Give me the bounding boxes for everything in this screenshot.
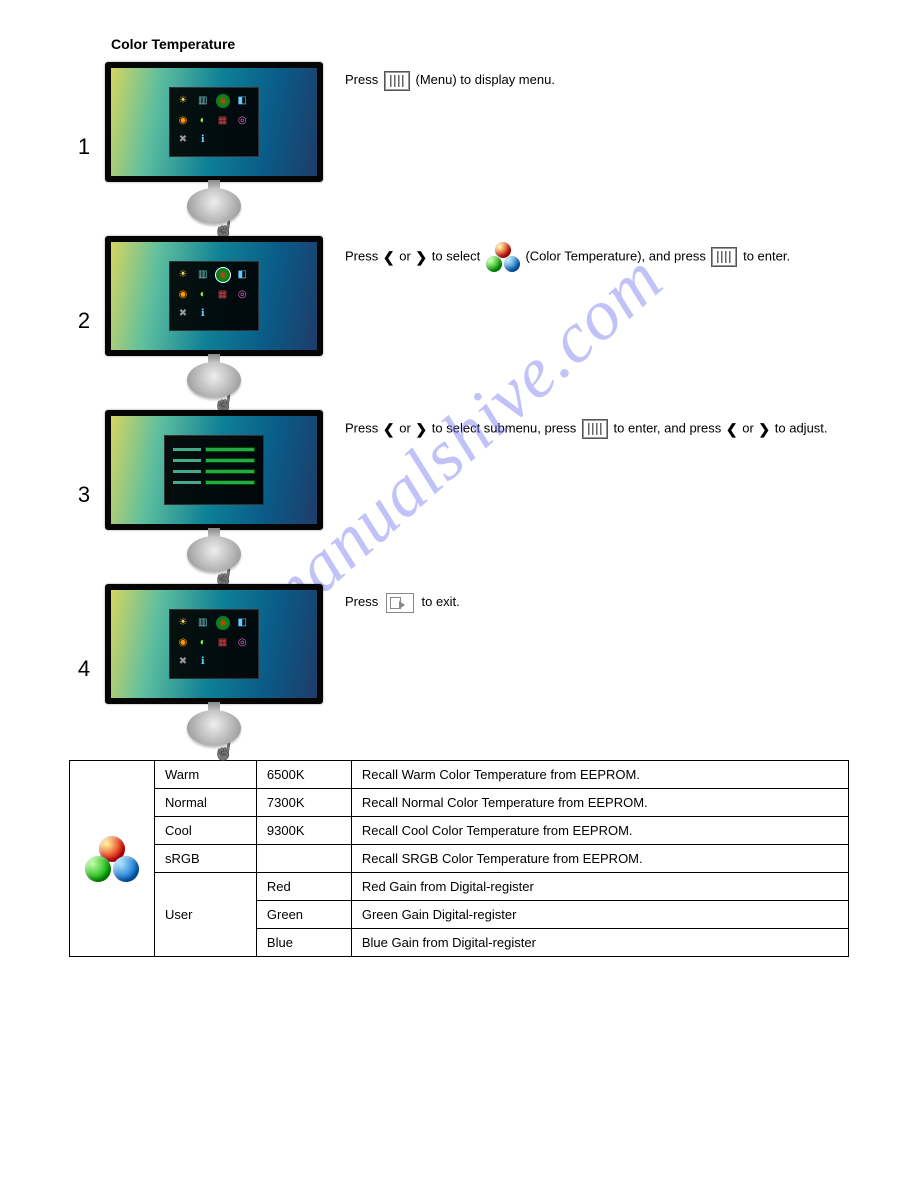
osd-submenu	[164, 435, 264, 505]
left-arrow-icon: ❮	[383, 416, 395, 443]
table-row: User Red Red Gain from Digital-register	[70, 873, 849, 901]
cell-name: User	[155, 873, 257, 957]
text: to enter.	[743, 248, 790, 263]
text: Press	[345, 421, 378, 436]
monitor-graphic: ☀▥◧ ◉◐▦◎ ✖ℹ	[105, 236, 323, 356]
cell-value: Red	[256, 873, 351, 901]
step-thumbnail: ☝	[107, 410, 321, 580]
left-arrow-icon: ❮	[383, 244, 395, 271]
cell-value: Blue	[256, 929, 351, 957]
text: to select submenu, press	[432, 421, 577, 436]
color-temperature-icon	[85, 836, 139, 882]
right-arrow-icon: ❯	[415, 416, 427, 443]
right-arrow-icon: ❯	[758, 416, 770, 443]
cell-value: 6500K	[256, 761, 351, 789]
step-1: 1 ☀▥◧ ◉◐▦◎ ✖ℹ ☝ Press (Menu) to display …	[69, 62, 849, 232]
section-title: Color Temperature	[111, 36, 849, 52]
text: Press	[345, 248, 378, 263]
text: Press	[345, 594, 378, 609]
text: or	[399, 248, 411, 263]
step-thumbnail: ☀▥◧ ◉◐▦◎ ✖ℹ ☝	[107, 236, 321, 406]
cell-name: Cool	[155, 817, 257, 845]
table-icon-cell	[70, 761, 155, 957]
menu-button-icon	[582, 419, 608, 439]
cell-name: sRGB	[155, 845, 257, 873]
monitor-graphic: ☀▥◧ ◉◐▦◎ ✖ℹ	[105, 62, 323, 182]
steps-list: 1 ☀▥◧ ◉◐▦◎ ✖ℹ ☝ Press (Menu) to display …	[69, 62, 849, 754]
cell-value: 7300K	[256, 789, 351, 817]
text: or	[399, 421, 411, 436]
osd-grid: ☀▥◧ ◉◐▦◎ ✖ℹ	[169, 87, 259, 157]
text: to exit.	[421, 594, 459, 609]
step-2: 2 ☀▥◧ ◉◐▦◎ ✖ℹ ☝ Press ❮ or ❯ to sel	[69, 236, 849, 406]
cell-value: Green	[256, 901, 351, 929]
osd-grid: ☀▥◧ ◉◐▦◎ ✖ℹ	[169, 609, 259, 679]
cell-desc: Red Gain from Digital-register	[351, 873, 848, 901]
menu-button-icon	[384, 71, 410, 91]
table-row: Normal 7300K Recall Normal Color Tempera…	[70, 789, 849, 817]
color-temperature-icon	[486, 242, 520, 272]
table-row: sRGB Recall SRGB Color Temperature from …	[70, 845, 849, 873]
text: to select	[432, 248, 480, 263]
left-arrow-icon: ❮	[726, 416, 738, 443]
step-4: 4 ☀▥◧ ◉◐▦◎ ✖ℹ ☝ Press to exit.	[69, 584, 849, 754]
monitor-stand: ☝	[179, 354, 249, 404]
step-text: Press to exit.	[321, 584, 849, 615]
text: to adjust.	[775, 421, 828, 436]
cell-desc: Recall Normal Color Temperature from EEP…	[351, 789, 848, 817]
monitor-graphic: ☀▥◧ ◉◐▦◎ ✖ℹ	[105, 584, 323, 704]
cell-name: Warm	[155, 761, 257, 789]
step-thumbnail: ☀▥◧ ◉◐▦◎ ✖ℹ ☝	[107, 62, 321, 232]
step-number: 3	[69, 482, 99, 508]
text: Press	[345, 72, 378, 87]
cell-value: 9300K	[256, 817, 351, 845]
cell-desc: Green Gain Digital-register	[351, 901, 848, 929]
cell-desc: Recall Warm Color Temperature from EEPRO…	[351, 761, 848, 789]
monitor-stand: ☝	[179, 180, 249, 230]
cell-desc: Recall Cool Color Temperature from EEPRO…	[351, 817, 848, 845]
cell-desc: Blue Gain from Digital-register	[351, 929, 848, 957]
step-text: Press ❮ or ❯ to select (Color Temperatur…	[321, 236, 849, 272]
text: or	[742, 421, 754, 436]
cell-desc: Recall SRGB Color Temperature from EEPRO…	[351, 845, 848, 873]
text: (Menu) to display menu.	[415, 72, 554, 87]
cell-name: Normal	[155, 789, 257, 817]
pointing-hand-icon: ☝	[211, 739, 237, 764]
color-temperature-table: Warm 6500K Recall Warm Color Temperature…	[69, 760, 849, 957]
step-text: Press ❮ or ❯ to select submenu, press to…	[321, 410, 849, 443]
step-number: 1	[69, 134, 99, 160]
monitor-graphic	[105, 410, 323, 530]
table-row: Warm 6500K Recall Warm Color Temperature…	[70, 761, 849, 789]
right-arrow-icon: ❯	[415, 244, 427, 271]
step-number: 2	[69, 308, 99, 334]
menu-button-icon	[711, 247, 737, 267]
step-3: 3 ☝ Press ❮ or ❯ to	[69, 410, 849, 580]
table-row: Cool 9300K Recall Cool Color Temperature…	[70, 817, 849, 845]
monitor-stand: ☝	[179, 528, 249, 578]
page: manualshive.com Color Temperature 1 ☀▥◧ …	[69, 36, 849, 957]
step-thumbnail: ☀▥◧ ◉◐▦◎ ✖ℹ ☝	[107, 584, 321, 754]
monitor-stand: ☝	[179, 702, 249, 752]
text: to enter, and press	[614, 421, 722, 436]
step-text: Press (Menu) to display menu.	[321, 62, 849, 93]
cell-value	[256, 845, 351, 873]
osd-grid: ☀▥◧ ◉◐▦◎ ✖ℹ	[169, 261, 259, 331]
step-number: 4	[69, 656, 99, 682]
exit-button-icon	[386, 593, 414, 613]
text: (Color Temperature), and press	[525, 248, 705, 263]
